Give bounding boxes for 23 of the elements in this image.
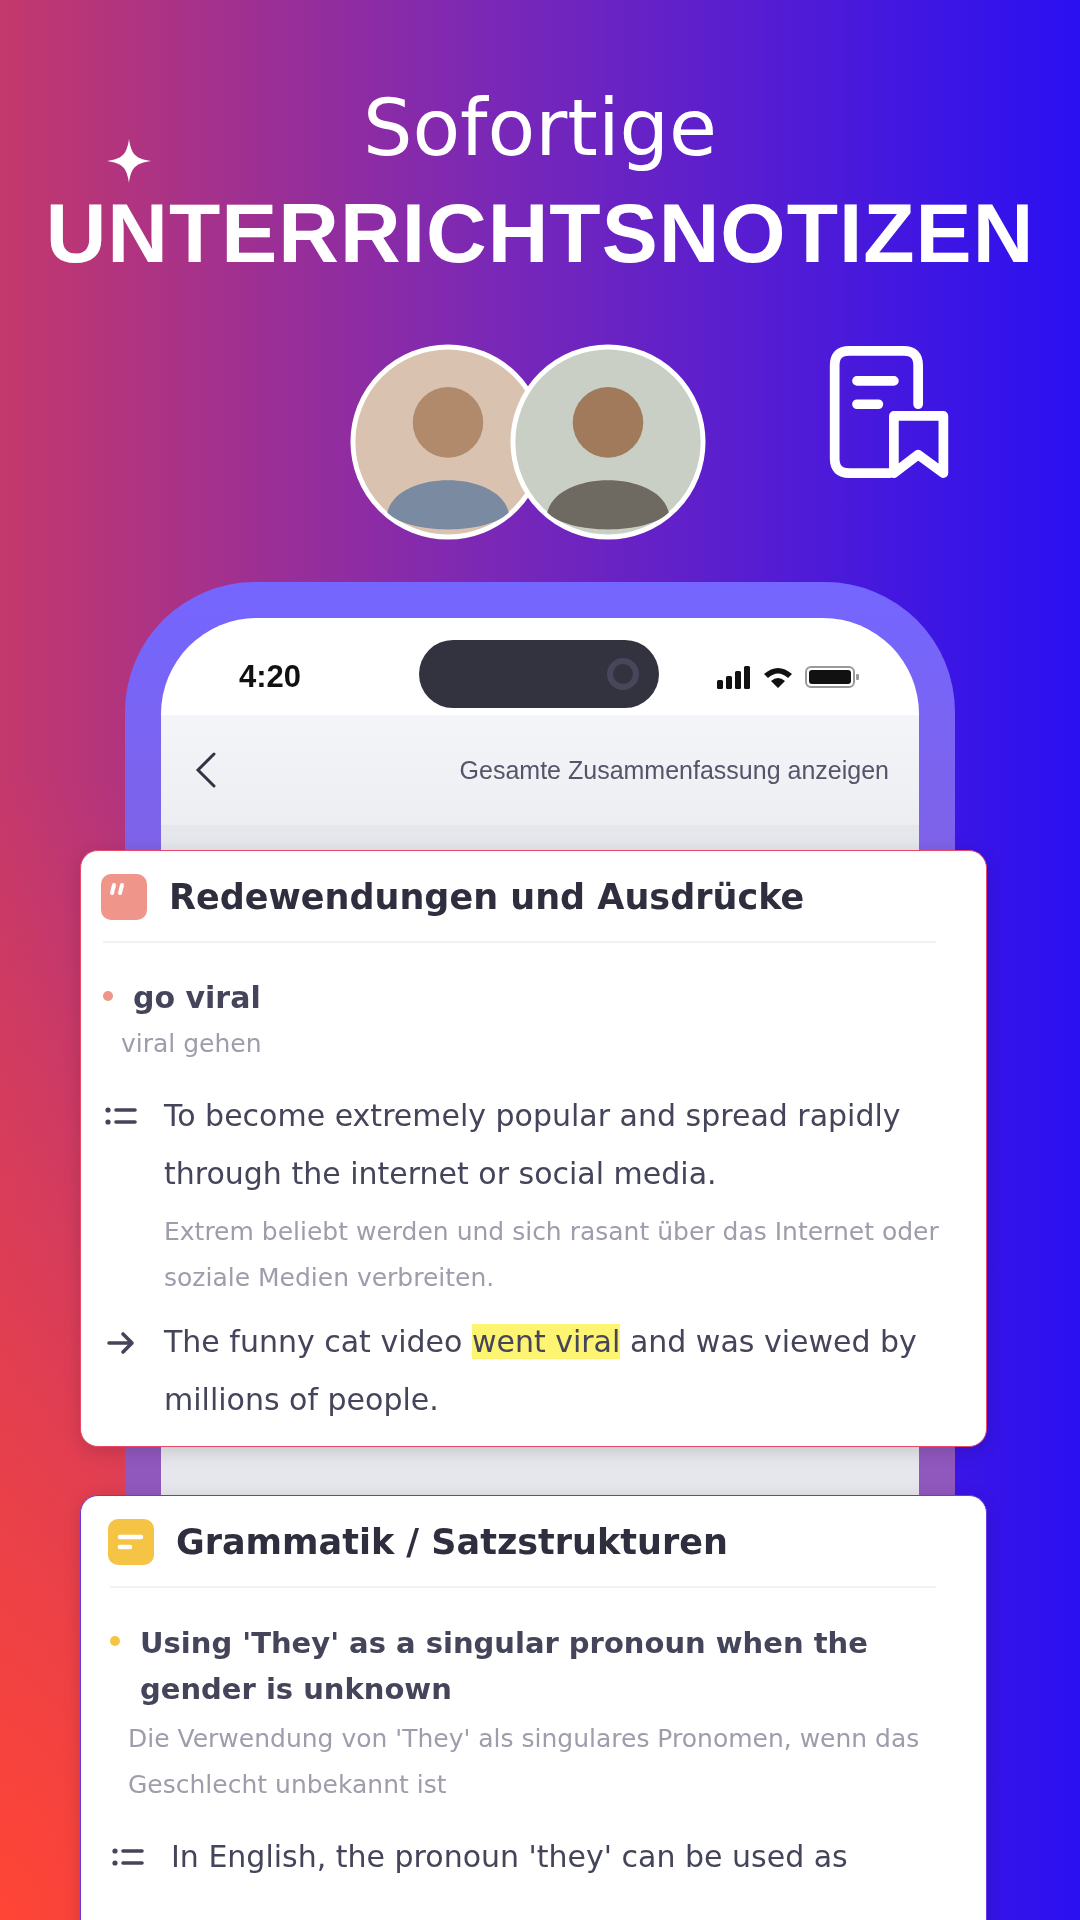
term: go viral [133,979,261,1017]
full-summary-link[interactable]: Gesamte Zusammenfassung anzeigen [459,755,889,785]
arrow-icon [105,1331,137,1355]
card-title: Grammatik / Satzstrukturen [176,1522,728,1562]
bullet-icon [103,991,113,1001]
sparkle-icon [107,139,151,183]
definition: In English, the pronoun 'they' can be used as [171,1838,849,1876]
battery-icon [805,665,859,688]
example-sentence: The funny cat video went viral and was viewed by millions of people. [164,1323,918,1419]
definition-translation: Extrem beliebt werden und sich rasant über das Internet oder soziale Medien verbreiten. [164,1216,940,1294]
signal-icon [717,664,751,689]
headline-title: UNTERRICHTSNOTIZEN [45,185,1035,282]
card-title: Redewendungen und Ausdrücke [169,877,805,917]
quote-icon [101,874,147,920]
status-time: 4:20 [239,658,302,695]
definition: To become extremely popular and spread rapidly through the internet or social media. [164,1097,902,1193]
term-translation: Die Verwendung von 'They' als singulares Pronomen, wenn das Geschlecht unbekannt ist [127,1723,921,1801]
back-icon[interactable] [195,752,217,788]
bullet-icon [110,1636,120,1646]
term-translation: viral gehen [120,1028,263,1060]
headline-intro: Sofortige [362,82,718,175]
text-lines-icon [108,1519,154,1565]
term: Using 'They' as a singular pronoun when the gender is unknown [140,1625,869,1708]
